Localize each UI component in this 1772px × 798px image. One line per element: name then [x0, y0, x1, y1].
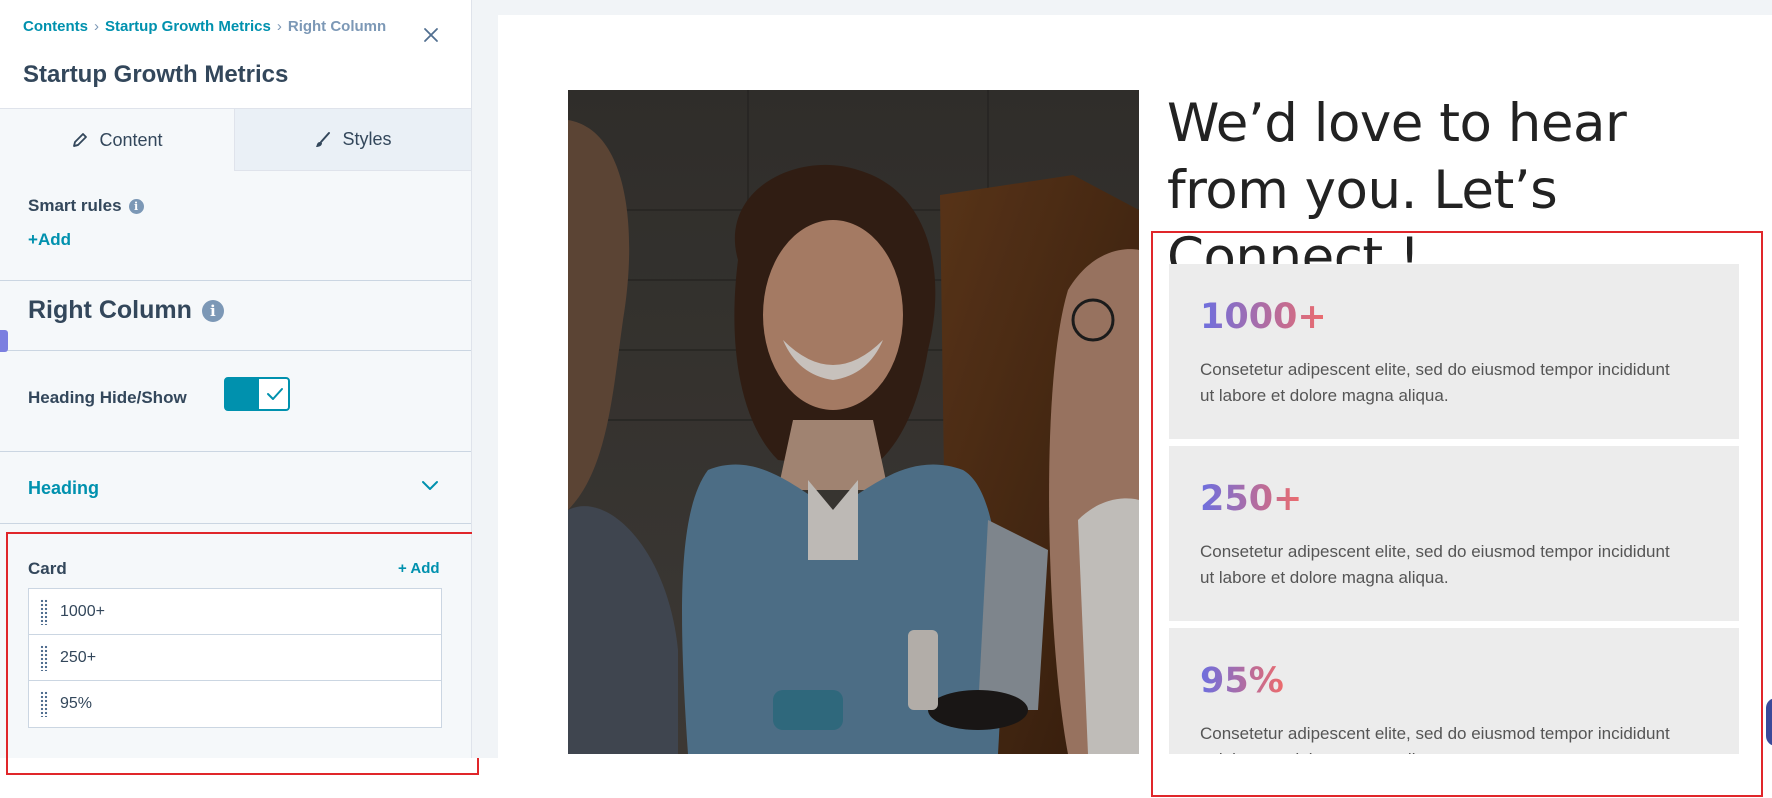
- card-item-label: 95%: [60, 695, 93, 712]
- stat-card: 95% Consetetur adipescent elite, sed do …: [1169, 628, 1739, 754]
- card-item-label: 1000+: [60, 602, 105, 620]
- tab-bar: Content Styles: [0, 108, 471, 171]
- heading-accordion[interactable]: Heading: [0, 452, 471, 524]
- card-field-label: Card: [28, 559, 67, 578]
- card-item[interactable]: 1000+: [29, 589, 441, 635]
- chevron-down-icon[interactable]: [421, 480, 439, 492]
- brush-icon: [316, 131, 331, 147]
- stat-number: 95%: [1200, 661, 1284, 701]
- side-handle[interactable]: [0, 330, 8, 352]
- stat-card: 1000+ Consetetur adipescent elite, sed d…: [1169, 264, 1739, 439]
- editor-panel: Contents › Startup Growth Metrics › Right Co…: [0, 0, 472, 758]
- drag-handle-icon[interactable]: [40, 644, 48, 671]
- stat-description: Consetetur adipescent elite, sed do eius…: [1200, 360, 1670, 405]
- heading-toggle-section: Heading Hide/Show: [0, 351, 471, 452]
- heading-accordion-label[interactable]: Heading: [28, 478, 99, 499]
- heading-toggle-switch[interactable]: [224, 377, 290, 411]
- info-icon[interactable]: i: [128, 198, 144, 214]
- checkmark-icon: [267, 388, 283, 400]
- card-item-label: 250+: [60, 648, 97, 666]
- card-item[interactable]: 95%: [29, 681, 441, 727]
- breadcrumb-current: Right Column: [287, 18, 387, 35]
- people-photo-image: [568, 90, 1139, 754]
- chat-launcher-button[interactable]: [1766, 698, 1772, 746]
- toggle-knob: [226, 379, 259, 409]
- tab-content[interactable]: Content: [0, 109, 234, 171]
- tab-styles[interactable]: Styles: [234, 109, 471, 171]
- plus-icon: +: [28, 230, 38, 249]
- stat-number: 250+: [1200, 479, 1303, 519]
- panel-header: Contents › Startup Growth Metrics › Right Co…: [0, 0, 471, 108]
- heading-toggle-label: Heading Hide/Show: [28, 388, 187, 407]
- close-icon[interactable]: [420, 24, 442, 46]
- breadcrumb-separator-icon: ›: [94, 18, 99, 35]
- smart-rules-label: Smart rules i: [28, 196, 144, 216]
- breadcrumb-item-module[interactable]: Startup Growth Metrics: [105, 18, 271, 35]
- breadcrumb-separator-icon: ›: [276, 18, 282, 35]
- card-item[interactable]: 250+: [29, 635, 441, 681]
- breadcrumb: Contents › Startup Growth Metrics › Right Co…: [23, 18, 386, 35]
- drag-handle-icon[interactable]: [40, 598, 48, 625]
- stat-card: 250+ Consetetur adipescent elite, sed do…: [1169, 446, 1739, 621]
- drag-handle-icon[interactable]: [40, 691, 48, 717]
- tab-content-label: Content: [99, 129, 163, 150]
- section-title-text: Right Column: [28, 296, 192, 324]
- smart-rules-text: Smart rules: [28, 196, 122, 215]
- add-smart-rule-button[interactable]: +Add: [28, 230, 71, 250]
- add-smart-rule-label: Add: [37, 230, 71, 249]
- stat-description: Consetetur adipescent elite, sed do eius…: [1200, 724, 1670, 754]
- pencil-icon: [73, 133, 88, 147]
- hero-photo: [568, 90, 1139, 754]
- breadcrumb-item-contents[interactable]: Contents: [23, 18, 88, 35]
- smart-rules-section: Smart rules i +Add: [0, 171, 471, 281]
- section-title: Right Column i: [28, 296, 224, 325]
- card-list: 1000+ 250+ 95%: [28, 588, 442, 728]
- page-title: Startup Growth Metrics: [23, 61, 289, 88]
- stat-number: 1000+: [1200, 297, 1327, 337]
- stat-description: Consetetur adipescent elite, sed do eius…: [1200, 542, 1670, 587]
- add-card-button[interactable]: + Add: [398, 560, 440, 577]
- cards-column: 1000+ Consetetur adipescent elite, sed d…: [1160, 60, 1772, 754]
- info-icon[interactable]: i: [201, 299, 224, 322]
- tab-styles-label: Styles: [342, 129, 392, 149]
- right-column-section: Right Column i: [0, 281, 471, 351]
